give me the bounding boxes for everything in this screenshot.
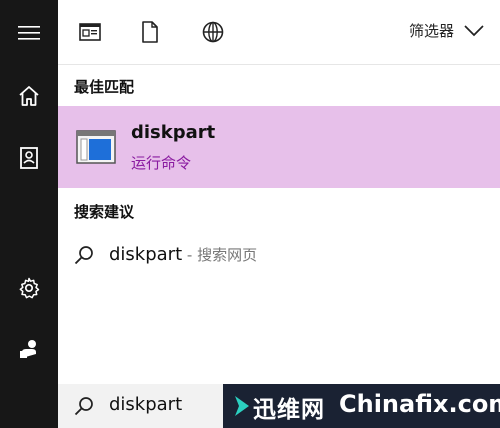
suggestion-query: diskpart	[109, 244, 183, 265]
documents-filter-button[interactable]	[136, 18, 164, 46]
app-window-icon	[79, 23, 101, 41]
web-filter-button[interactable]	[199, 18, 227, 46]
best-match-name: diskpart	[131, 122, 216, 143]
suggestion-item[interactable]: diskpart - 搜索网页	[58, 234, 500, 276]
filter-dropdown[interactable]: 筛选器	[409, 20, 484, 41]
best-match-subtitle: 运行命令	[131, 154, 192, 172]
search-icon	[74, 397, 93, 416]
watermark-cn: 迅维网	[253, 397, 325, 423]
command-window-icon	[76, 130, 116, 164]
filter-label: 筛选器	[408, 22, 454, 40]
search-panel: 筛选器 最佳匹配 diskpart 运行命令 搜索建议 diskpart - 搜…	[58, 0, 500, 428]
document-icon	[142, 21, 158, 43]
watermark-banner: 迅维网 Chinafix.com	[223, 384, 500, 428]
apps-filter-button[interactable]	[76, 18, 104, 46]
suggestion-hint: - 搜索网页	[182, 246, 258, 264]
home-button[interactable]	[0, 74, 58, 118]
notebook-button[interactable]	[0, 136, 58, 180]
suggestions-heading: 搜索建议	[74, 203, 135, 221]
suggestion-text: diskpart - 搜索网页	[109, 244, 257, 265]
search-icon	[74, 246, 93, 265]
best-match-result[interactable]: diskpart 运行命令	[58, 106, 500, 188]
menu-icon	[18, 26, 40, 40]
user-button[interactable]	[0, 327, 58, 371]
menu-button[interactable]	[0, 11, 58, 55]
globe-icon	[202, 21, 224, 43]
left-rail	[0, 0, 58, 428]
watermark-en: Chinafix.com	[339, 390, 500, 418]
search-input[interactable]: diskpart	[109, 394, 182, 415]
chevron-down-icon	[464, 24, 484, 36]
home-icon	[19, 86, 39, 106]
best-match-heading: 最佳匹配	[74, 78, 135, 96]
settings-button[interactable]	[0, 266, 58, 310]
gear-icon	[19, 277, 40, 299]
notebook-icon	[20, 147, 38, 169]
user-icon	[20, 340, 36, 358]
arrow-logo-icon	[235, 396, 249, 416]
search-topbar: 筛选器	[58, 0, 500, 65]
